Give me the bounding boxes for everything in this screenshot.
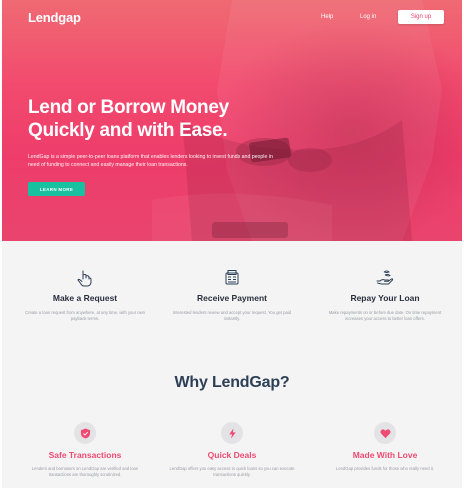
landing-page: Lendgap Help Log in Sign up Lend or Borr…: [2, 0, 462, 488]
step-desc: Make repayments on or before due date. O…: [328, 310, 442, 321]
nav-link-help[interactable]: Help: [321, 14, 333, 20]
step-title: Receive Payment: [197, 293, 267, 303]
hero-title-line1: Lend or Borrow Money: [28, 97, 229, 118]
why-item-desc: LendGap provides funds for those who rea…: [335, 466, 434, 471]
step-desc: Interested lenders review and accept you…: [172, 310, 292, 321]
nav-link-login[interactable]: Log in: [360, 14, 376, 20]
step-title: Repay Your Loan: [350, 293, 420, 303]
top-navigation: Lendgap Help Log in Sign up: [2, 0, 462, 34]
why-item-title: Safe Transactions: [48, 450, 122, 460]
why-item-desc: Lenders and borrowers on LendGap are ver…: [31, 466, 139, 477]
why-lendgap-heading: Why LendGap?: [174, 374, 290, 391]
hero-section: Lendgap Help Log in Sign up Lend or Borr…: [2, 0, 462, 241]
learn-more-button[interactable]: LEARN MORE: [28, 182, 85, 196]
hero-title-line2: Quickly and with Ease.: [28, 120, 228, 141]
lightning-icon: [228, 427, 236, 439]
hand-holding-money-icon: [376, 270, 394, 285]
logo[interactable]: Lendgap: [28, 10, 81, 25]
step-desc: Create a loan request from anywhere, at …: [25, 310, 145, 321]
icon-circle: [221, 422, 243, 444]
icon-circle: [374, 422, 396, 444]
features-section: Make a Request Create a loan request fro…: [2, 241, 462, 488]
why-item-title: Made With Love: [352, 450, 418, 460]
heart-icon: [380, 428, 390, 438]
shield-icon: [80, 427, 90, 439]
icon-circle: [74, 422, 96, 444]
signup-button[interactable]: Sign up: [398, 10, 444, 24]
why-item-title: Quick Deals: [207, 450, 257, 460]
cash-register-icon: [225, 270, 239, 285]
why-item-desc: LendGap offers you easy access to quick …: [169, 466, 295, 477]
hand-pointer-icon: [77, 270, 92, 287]
hero-title: Lend or Borrow Money Quickly and with Ea…: [28, 96, 268, 142]
hero-description: LendGap is a simple peer-to-peer loans p…: [28, 154, 273, 168]
step-title: Make a Request: [52, 293, 118, 303]
